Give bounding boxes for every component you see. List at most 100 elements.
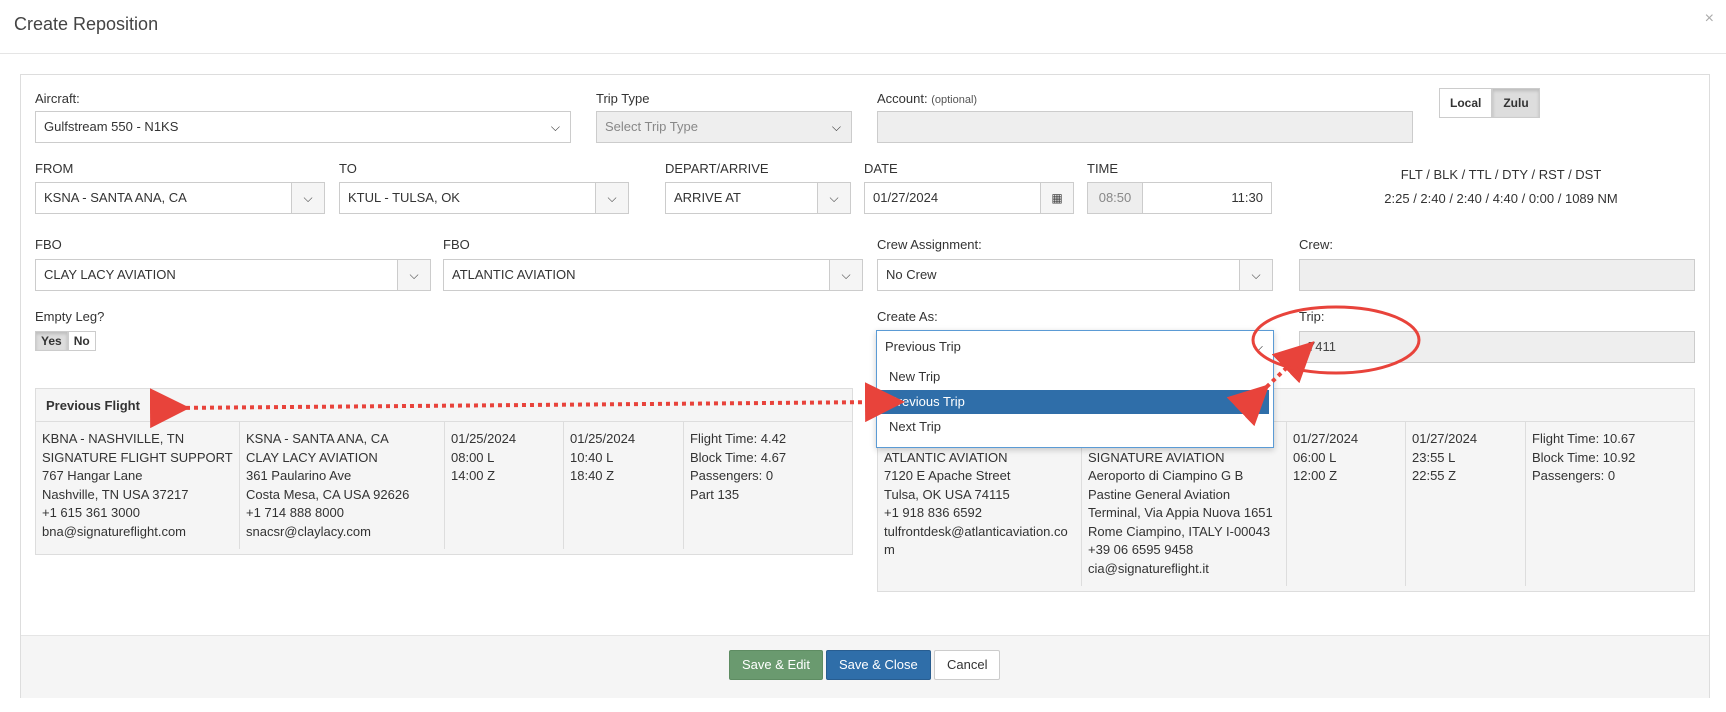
depart-arrive-select[interactable]: ARRIVE AT ⌵ [665,182,851,214]
prev-dest-cell: KSNA - SANTA ANA, CA CLAY LACY AVIATION … [240,422,445,549]
create-as-current[interactable]: Previous Trip ⌵ [877,331,1273,363]
next-passengers: Passengers: 0 [1532,468,1616,483]
prev-passengers: Passengers: 0 [690,468,774,483]
next-origin-address: 7120 E Apache Street [884,468,1011,483]
empty-leg-label: Empty Leg? [35,309,105,324]
to-value: KTUL - TULSA, OK [348,190,460,205]
aircraft-value: Gulfstream 550 - N1KS [44,119,179,134]
account-optional: (optional) [931,94,978,106]
prev-origin-email: bna@signatureflight.com [42,523,186,539]
next-depart-date: 01/27/2024 [1293,431,1359,446]
empty-leg-no[interactable]: No [67,331,96,351]
time-start-input[interactable]: 08:50 [1087,182,1143,214]
crew-input[interactable] [1299,259,1695,291]
create-as-label: Create As: [877,309,938,324]
prev-dest-email: snacsr@claylacy.com [246,523,371,539]
fbo-from-value: CLAY LACY AVIATION [44,267,176,282]
aircraft-select[interactable]: Gulfstream 550 - N1KS ⌵ [35,111,571,143]
next-arrive-zulu: 22:55 Z [1412,468,1457,483]
fbo-to-value: ATLANTIC AVIATION [452,267,576,282]
next-dest-email: cia@signatureflight.it [1088,560,1209,576]
empty-leg-yes[interactable]: Yes [35,331,68,351]
date-input[interactable]: 01/27/2024 ▦ [864,182,1074,214]
previous-flight-row: KBNA - NASHVILLE, TN SIGNATURE FLIGHT SU… [36,422,852,549]
empty-leg-toggle: Yes No [35,331,96,351]
aircraft-label: Aircraft: [35,91,80,106]
prev-arrive-date: 01/25/2024 [570,431,636,446]
account-input[interactable] [877,111,1413,143]
crew-label: Crew: [1299,237,1333,252]
create-as-option-previous-trip[interactable]: Previous Trip [881,390,1269,414]
crew-assignment-label: Crew Assignment: [877,237,982,252]
prev-depart-date: 01/25/2024 [451,431,517,446]
dialog-header: Create Reposition × [0,0,1726,54]
fbo-to-select[interactable]: ATLANTIC AVIATION ⌵ [443,259,863,291]
flight-info-values: 2:25 / 2:40 / 2:40 / 4:40 / 0:00 / 1089 … [1384,191,1618,206]
depart-arrive-value: ARRIVE AT [674,190,741,205]
trip-input[interactable]: 7411 [1299,331,1695,363]
next-dest-phone: +39 06 6595 9458 [1088,542,1194,557]
trip-type-label: Trip Type [596,91,650,106]
fbo-from-select[interactable]: CLAY LACY AVIATION ⌵ [35,259,431,291]
prev-depart-local: 08:00 L [451,449,495,465]
prev-origin-cell: KBNA - NASHVILLE, TN SIGNATURE FLIGHT SU… [36,422,240,549]
to-label: TO [339,161,357,176]
prev-depart-cell: 01/25/2024 08:00 L 14:00 Z [445,422,564,549]
trip-type-placeholder: Select Trip Type [605,119,698,134]
cancel-button[interactable]: Cancel [934,650,1001,680]
trip-label: Trip: [1299,309,1325,324]
date-value: 01/27/2024 [873,190,939,205]
chevron-down-icon: ⌵ [1253,339,1263,354]
from-select[interactable]: KSNA - SANTA ANA, CA ⌵ [35,182,325,214]
prev-dest-city: Costa Mesa, CA USA 92626 [246,486,410,502]
prev-flight-time: Flight Time: 4.42 [690,431,787,446]
date-label: DATE [864,161,898,176]
prev-arrive-cell: 01/25/2024 10:40 L 18:40 Z [564,422,684,549]
to-select[interactable]: KTUL - TULSA, OK ⌵ [339,182,629,214]
prev-depart-zulu: 14:00 Z [451,468,496,483]
chevron-down-icon[interactable]: ⌵ [397,260,430,290]
prev-dest-airport: KSNA - SANTA ANA, CA [246,431,389,446]
account-label: Account: (optional) [877,91,977,106]
zulu-button[interactable]: Zulu [1492,88,1540,118]
next-arrive-local: 23:55 L [1412,449,1456,465]
prev-origin-city: Nashville, TN USA 37217 [42,486,189,502]
fbo-from-label: FBO [35,237,62,252]
next-depart-local: 06:00 L [1293,449,1337,465]
create-as-option-new-trip[interactable]: New Trip [881,365,1269,389]
close-icon[interactable]: × [1705,10,1714,28]
next-arrive-cell: 01/27/2024 23:55 L 22:55 Z [1406,422,1526,586]
prev-stats-cell: Flight Time: 4.42 Block Time: 4.67 Passe… [684,422,852,549]
create-as-dropdown[interactable]: Previous Trip ⌵ New Trip Previous Trip Ne… [876,330,1274,448]
previous-flight-table: Previous Flight KBNA - NASHVILLE, TN SIG… [35,388,853,555]
next-depart-cell: 01/27/2024 06:00 L 12:00 Z [1287,422,1406,586]
chevron-down-icon: ⌵ [550,120,560,134]
chevron-down-icon[interactable]: ⌵ [1239,260,1272,290]
crew-assignment-value: No Crew [886,267,937,282]
save-edit-button[interactable]: Save & Edit [729,650,823,680]
trip-type-select[interactable]: Select Trip Type ⌵ [596,111,852,143]
local-button[interactable]: Local [1439,88,1493,118]
time-end-input[interactable]: 11:30 [1142,182,1272,214]
prev-dest-address: 361 Paularino Ave [246,468,352,483]
next-origin-fbo: ATLANTIC AVIATION [884,449,1008,465]
account-label-text: Account: [877,91,928,106]
save-close-button[interactable]: Save & Close [826,650,931,680]
next-block-time: Block Time: 10.92 [1532,449,1636,465]
fbo-to-label: FBO [443,237,470,252]
chevron-down-icon[interactable]: ⌵ [817,183,850,213]
chevron-down-icon[interactable]: ⌵ [291,183,324,213]
prev-arrive-zulu: 18:40 Z [570,468,615,483]
crew-assignment-select[interactable]: No Crew ⌵ [877,259,1273,291]
reposition-form: Aircraft: Gulfstream 550 - N1KS ⌵ Trip Ty… [20,74,1710,698]
chevron-down-icon[interactable]: ⌵ [595,183,628,213]
time-mode-toggle: Local Zulu [1439,88,1540,118]
prev-origin-fbo: SIGNATURE FLIGHT SUPPORT [42,449,233,465]
create-as-option-next-trip[interactable]: Next Trip [881,415,1269,439]
create-as-value: Previous Trip [885,339,961,354]
prev-block-time: Block Time: 4.67 [690,449,787,465]
from-label: FROM [35,161,74,176]
depart-arrive-label: DEPART/ARRIVE [665,161,769,176]
chevron-down-icon[interactable]: ⌵ [829,260,862,290]
calendar-icon[interactable]: ▦ [1040,183,1073,213]
